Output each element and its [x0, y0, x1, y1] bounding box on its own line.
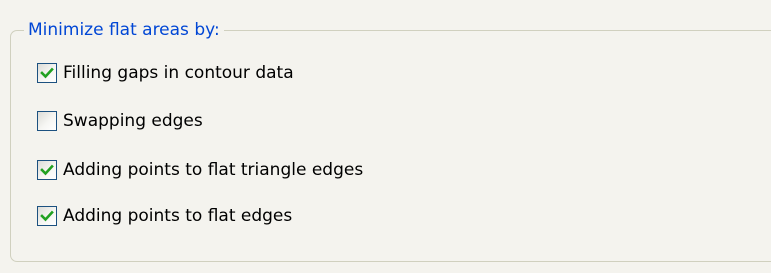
checkbox[interactable]: [37, 160, 57, 180]
checkbox[interactable]: [37, 63, 57, 83]
checkbox[interactable]: [37, 206, 57, 226]
checkmark-icon: [40, 164, 54, 176]
option-label: Filling gaps in contour data: [63, 63, 294, 83]
option-filling-gaps[interactable]: Filling gaps in contour data: [37, 62, 294, 84]
checkmark-icon: [40, 210, 54, 222]
option-adding-points-flat-edges[interactable]: Adding points to flat edges: [37, 205, 292, 227]
option-swapping-edges[interactable]: Swapping edges: [37, 110, 203, 132]
option-label: Adding points to flat triangle edges: [63, 160, 364, 180]
option-label: Swapping edges: [63, 111, 203, 131]
option-adding-points-flat-triangle-edges[interactable]: Adding points to flat triangle edges: [37, 159, 363, 181]
groupbox-title: Minimize flat areas by:: [24, 17, 224, 43]
option-label: Adding points to flat edges: [63, 206, 293, 226]
checkmark-icon: [40, 67, 54, 79]
checkbox[interactable]: [37, 111, 57, 131]
